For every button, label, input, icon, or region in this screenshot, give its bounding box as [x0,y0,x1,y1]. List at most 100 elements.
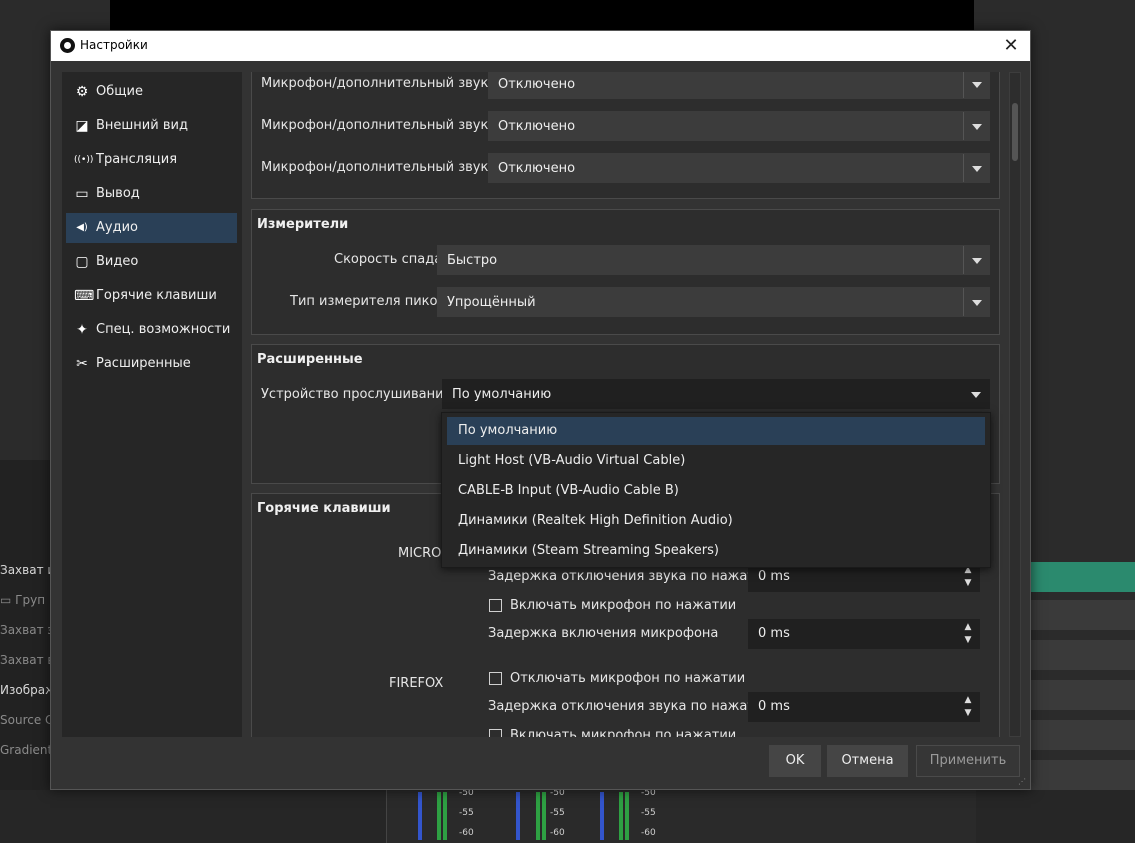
background-control-button[interactable] [1031,562,1135,592]
spin-down-icon[interactable]: ▼ [962,634,974,646]
dropdown-option[interactable]: Light Host (VB-Audio Virtual Cable) [447,447,985,475]
background-control-button[interactable] [1031,720,1135,750]
dialog-titlebar[interactable]: Настройки ✕ [51,31,1030,61]
micro-source-label: MICRO [398,546,442,561]
checkbox-box[interactable] [489,672,502,685]
volume-meter [516,792,520,840]
background-source-item[interactable]: ▭ Груп [0,593,50,607]
background-control-button[interactable] [1031,600,1135,630]
keyboard-icon: ⌨ [74,288,95,304]
background-source-item[interactable]: Изображ [0,683,50,697]
sidebar-item-label: Спец. возможности [96,322,231,337]
dialog-title: Настройки [80,38,148,52]
mic-aux-4-select[interactable]: Отключено [488,153,990,183]
sidebar-item-audio[interactable]: ◀) Аудио [66,213,237,243]
volume-meter [625,792,629,840]
peak-meter-type-label: Тип измерителя пиков [290,294,446,309]
background-source-item[interactable]: Gradient [0,743,50,757]
dropdown-option[interactable]: CABLE-B Input (VB-Audio Cable B) [447,477,985,505]
background-source-item[interactable]: Захват э [0,623,50,637]
background-control-button[interactable] [1031,760,1135,790]
meter-scale-label: -55 [550,808,565,818]
meter-scale-label: -60 [641,828,656,838]
firefox-mute-delay-label: Задержка отключения звука по нажатии [488,699,772,714]
sidebar-item-label: Внешний вид [96,118,188,133]
checkbox-box[interactable] [489,599,502,612]
monitoring-device-select[interactable]: По умолчанию [442,379,990,409]
spin-down-icon[interactable]: ▼ [962,707,974,719]
dropdown-option[interactable]: Динамики (Steam Streaming Speakers) [447,537,985,565]
background-source-item[interactable]: Захват в [0,653,50,667]
micro-ptt-delay-input[interactable]: 0 ms ▲ ▼ [748,619,980,649]
volume-meter [443,792,447,840]
advanced-group-title: Расширенные [257,352,363,367]
accessibility-icon: ✦ [76,322,88,338]
spin-down-icon[interactable]: ▼ [962,577,974,589]
sidebar-item-label: Общие [96,84,143,99]
content-scrollbar[interactable] [1009,72,1021,737]
sidebar-item-label: Горячие клавиши [96,288,217,303]
volume-meter [600,792,604,840]
mic-aux-3-select[interactable]: Отключено [488,111,990,141]
cancel-button[interactable]: Отмена [827,745,908,777]
volume-meter [619,792,623,840]
chevron-down-icon [963,112,989,140]
background-source-item[interactable]: Source C [0,713,50,727]
spin-up-icon[interactable]: ▲ [962,694,974,706]
speaker-icon: ◀) [76,222,88,233]
sidebar-item-advanced[interactable]: ✂ Расширенные [66,349,237,379]
background-control-button[interactable] [1031,680,1135,710]
settings-dialog: Настройки ✕ ⚙ Общие ◪ Внешний вид ((•)) … [50,30,1031,790]
mic-aux-3-label: Микрофон/дополнительный звук 3 [261,118,501,133]
sidebar-item-label: Видео [96,254,139,269]
chevron-down-icon [963,72,989,98]
chevron-down-icon [963,246,989,274]
output-icon: ▭ [75,186,89,202]
sidebar-item-output[interactable]: ▭ Вывод [66,179,237,209]
resize-grip-icon[interactable]: ⋰ [1018,777,1028,787]
monitoring-device-label: Устройство прослушивания [261,387,452,402]
obs-logo-icon [60,38,75,53]
appearance-icon: ◪ [75,118,89,134]
background-preview [110,0,974,30]
meter-scale-label: -55 [459,808,474,818]
hotkeys-group-title: Горячие клавиши [257,501,391,516]
gear-icon: ⚙ [75,84,89,100]
mic-aux-2-select[interactable]: Отключено [488,72,990,99]
spin-up-icon[interactable]: ▲ [962,621,974,633]
meter-scale-label: -60 [459,828,474,838]
sidebar-item-hotkeys[interactable]: ⌨ Горячие клавиши [66,281,237,311]
dropdown-option[interactable]: По умолчанию [447,417,985,445]
chevron-down-icon [963,154,989,182]
micro-mute-delay-label: Задержка отключения звука по нажатии [488,569,772,584]
folder-icon: ▭ [0,593,16,607]
settings-content: Микрофон/дополнительный звук 2 Отключено… [251,72,1020,737]
sidebar-item-general[interactable]: ⚙ Общие [66,77,237,107]
micro-ptt-delay-label: Задержка включения микрофона [488,626,719,641]
sidebar-item-accessibility[interactable]: ✦ Спец. возможности [66,315,237,345]
meter-scale-label: -60 [550,828,565,838]
volume-meter [418,792,422,840]
sidebar-item-label: Расширенные [96,356,191,371]
sidebar-item-label: Аудио [96,220,138,235]
firefox-source-label: FIREFOX [389,676,444,691]
checkbox-box[interactable] [489,729,502,737]
background-source-item[interactable]: Захват и [0,563,50,577]
firefox-mute-delay-input[interactable]: 0 ms ▲ ▼ [748,692,980,722]
devices-group: Микрофон/дополнительный звук 2 Отключено… [251,72,1000,199]
sidebar-item-appearance[interactable]: ◪ Внешний вид [66,111,237,141]
decay-rate-select[interactable]: Быстро [437,245,990,275]
broadcast-icon: ((•)) [74,155,94,165]
close-button[interactable]: ✕ [998,34,1024,58]
volume-meter [542,792,546,840]
sidebar-item-video[interactable]: ▢ Видео [66,247,237,277]
chevron-down-icon [963,380,989,408]
peak-meter-type-select[interactable]: Упрощённый [437,287,990,317]
scrollbar-thumb[interactable] [1012,103,1018,161]
ok-button[interactable]: OK [769,745,821,777]
apply-button[interactable]: Применить [916,745,1020,777]
sidebar-item-stream[interactable]: ((•)) Трансляция [66,145,237,175]
sidebar-item-label: Трансляция [96,152,178,167]
background-control-button[interactable] [1031,640,1135,670]
dropdown-option[interactable]: Динамики (Realtek High Definition Audio) [447,507,985,535]
